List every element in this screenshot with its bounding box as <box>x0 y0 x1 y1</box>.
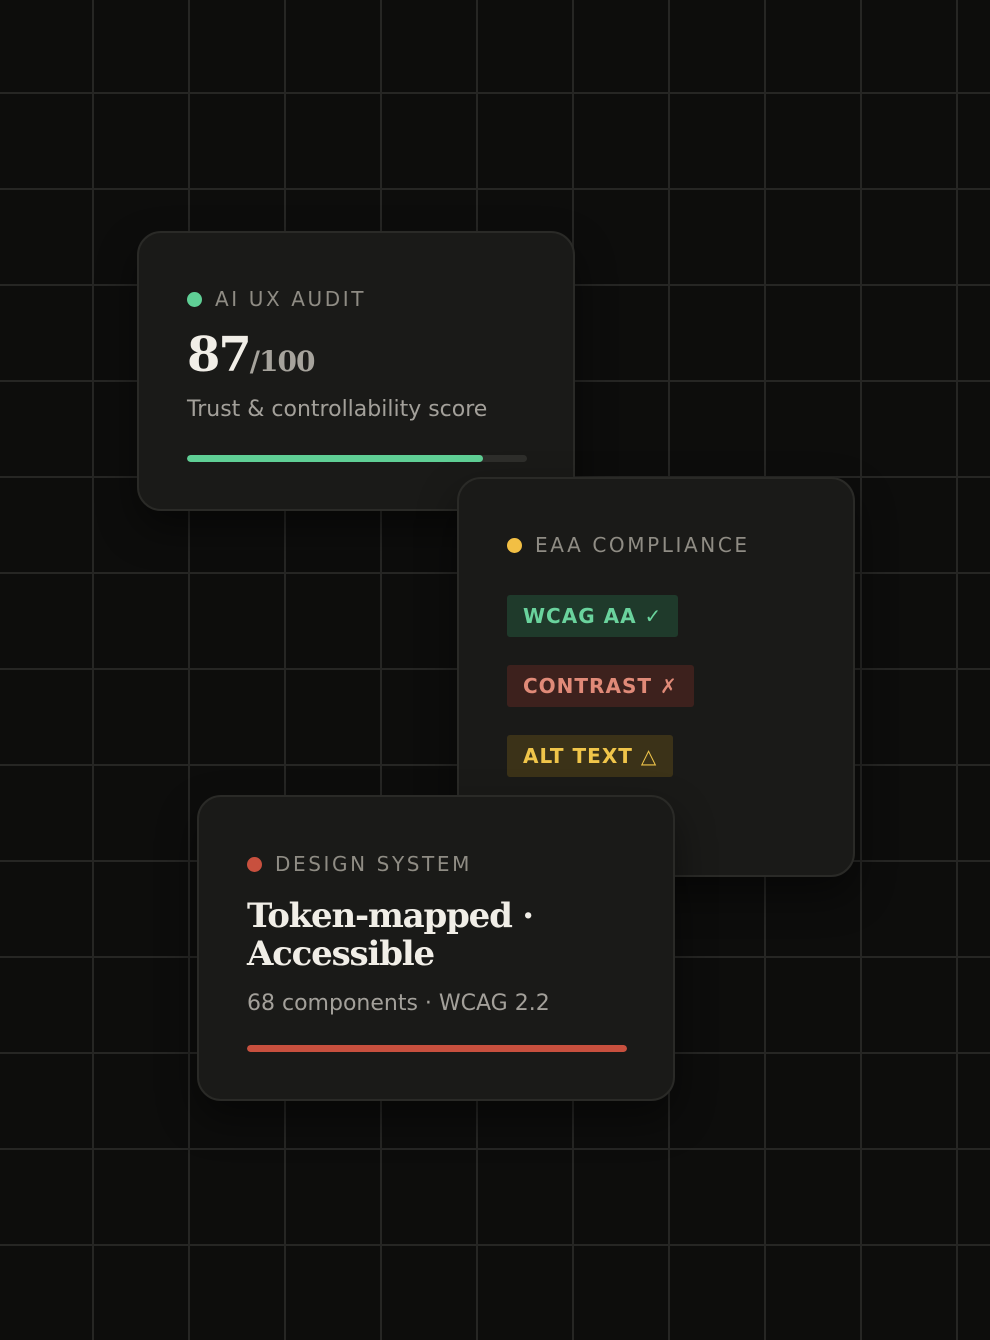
design-subtitle: 68 components · WCAG 2.2 <box>247 991 550 1016</box>
compliance-label-row: EAA COMPLIANCE <box>507 533 750 557</box>
card-label: EAA COMPLIANCE <box>535 533 750 557</box>
design-progress-bar <box>247 1045 627 1052</box>
audit-label-row: AI UX AUDIT <box>187 287 366 311</box>
audit-subtitle: Trust & controllability score <box>187 397 488 422</box>
contrast-chip[interactable]: CONTRAST ✗ <box>507 665 694 707</box>
status-dot-icon <box>247 856 262 872</box>
alt-text-chip[interactable]: ALT TEXT △ <box>507 735 674 777</box>
status-dot-icon <box>187 291 202 307</box>
design-label-row: DESIGN SYSTEM <box>247 852 472 876</box>
audit-progress-bar <box>187 455 527 462</box>
design-headline: Token-mapped · Accessible <box>247 896 534 974</box>
card-label: DESIGN SYSTEM <box>275 852 472 876</box>
card-label: AI UX AUDIT <box>215 287 367 311</box>
compliance-chip-list: WCAG AA ✓ CONTRAST ✗ ALT TEXT △ <box>507 595 694 805</box>
status-dot-icon <box>507 537 522 553</box>
score-value: 87 <box>187 327 252 383</box>
score-total: /100 <box>249 345 316 378</box>
audit-score: 87/100 <box>187 331 316 379</box>
ai-ux-audit-card: AI UX AUDIT 87/100 Trust & controllabili… <box>137 231 575 511</box>
design-system-card: DESIGN SYSTEM Token-mapped · Accessible … <box>197 795 675 1101</box>
wcag-aa-chip[interactable]: WCAG AA ✓ <box>507 595 679 637</box>
design-progress-fill <box>247 1045 627 1052</box>
audit-progress-fill <box>187 455 483 462</box>
